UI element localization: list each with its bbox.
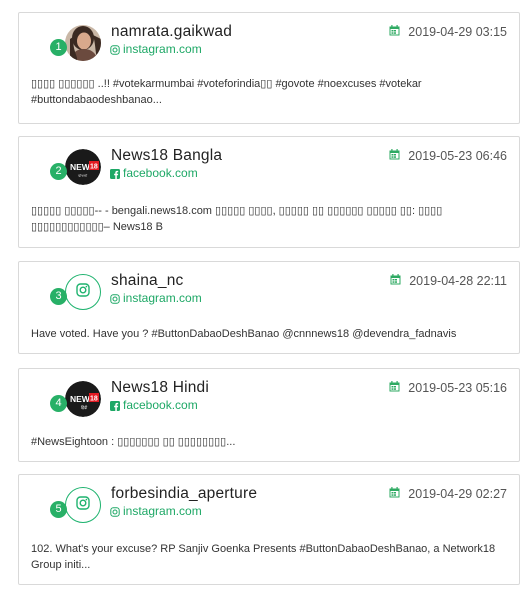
post-text: 102. What's your excuse? RP Sanjiv Goenk… (31, 543, 496, 571)
post-text: Have voted. Have you ? #ButtonDabaoDeshB… (31, 328, 457, 340)
svg-text:বাংলা: বাংলা (77, 173, 88, 178)
svg-text:18: 18 (90, 164, 98, 171)
post-text: ▯▯▯▯ ▯▯▯▯▯▯ ..!! #votekarmumbai #votefor… (31, 78, 422, 106)
source-link[interactable]: instagram.com (110, 504, 202, 518)
avatar[interactable] (65, 274, 101, 310)
post-date: 2019-05-23 05:16 (389, 381, 507, 395)
instagram-icon (76, 495, 90, 515)
calendar-icon (389, 149, 400, 163)
avatar[interactable]: NEWS 18 हिंदी (65, 381, 101, 417)
instagram-icon (110, 293, 120, 304)
post-card[interactable]: 1 namrata.gaikwad instagram.com 2019-04-… (18, 12, 520, 124)
facebook-icon (110, 400, 120, 411)
avatar[interactable] (65, 25, 101, 61)
post-date: 2019-04-28 22:11 (390, 274, 507, 288)
rank-badge: 2 (50, 163, 67, 180)
post-text: ▯▯▯▯▯ ▯▯▯▯▯-- - bengali.news18.com ▯▯▯▯▯… (31, 205, 443, 233)
post-date: 2019-04-29 02:27 (389, 487, 507, 501)
instagram-icon (76, 282, 90, 302)
avatar[interactable]: NEWS 18 বাংলা (65, 149, 101, 185)
author-name[interactable]: shaina_nc (111, 272, 183, 290)
rank-badge: 5 (50, 501, 67, 518)
post-date: 2019-04-29 03:15 (389, 25, 507, 39)
post-card[interactable]: NEWS 18 বাংলা 2 News18 Bangla facebook.c… (18, 136, 520, 248)
source-link[interactable]: instagram.com (110, 291, 202, 305)
post-card[interactable]: 5 forbesindia_aperture instagram.com 201… (18, 474, 520, 585)
post-card[interactable]: NEWS 18 हिंदी 4 News18 Hindi facebook.co… (18, 368, 520, 462)
source-link[interactable]: facebook.com (110, 398, 198, 412)
calendar-icon (389, 25, 400, 39)
author-name[interactable]: forbesindia_aperture (111, 485, 257, 503)
rank-badge: 3 (50, 288, 67, 305)
svg-text:18: 18 (90, 396, 98, 403)
svg-text:हिंदी: हिंदी (81, 405, 88, 410)
rank-badge: 1 (50, 39, 67, 56)
post-card[interactable]: 3 shaina_nc instagram.com 2019-04-28 22:… (18, 261, 520, 354)
source-link[interactable]: facebook.com (110, 166, 198, 180)
instagram-icon (110, 506, 120, 517)
rank-badge: 4 (50, 395, 67, 412)
instagram-icon (110, 44, 120, 55)
post-text: #NewsEightoon : ▯▯▯▯▯▯▯ ▯▯ ▯▯▯▯▯▯▯▯... (31, 436, 236, 448)
calendar-icon (389, 487, 400, 501)
author-name[interactable]: namrata.gaikwad (111, 23, 232, 41)
calendar-icon (389, 381, 400, 395)
post-date: 2019-05-23 06:46 (389, 149, 507, 163)
source-link[interactable]: instagram.com (110, 42, 202, 56)
facebook-icon (110, 168, 120, 179)
author-name[interactable]: News18 Bangla (111, 147, 222, 165)
avatar[interactable] (65, 487, 101, 523)
author-name[interactable]: News18 Hindi (111, 379, 209, 397)
calendar-icon (390, 274, 401, 288)
